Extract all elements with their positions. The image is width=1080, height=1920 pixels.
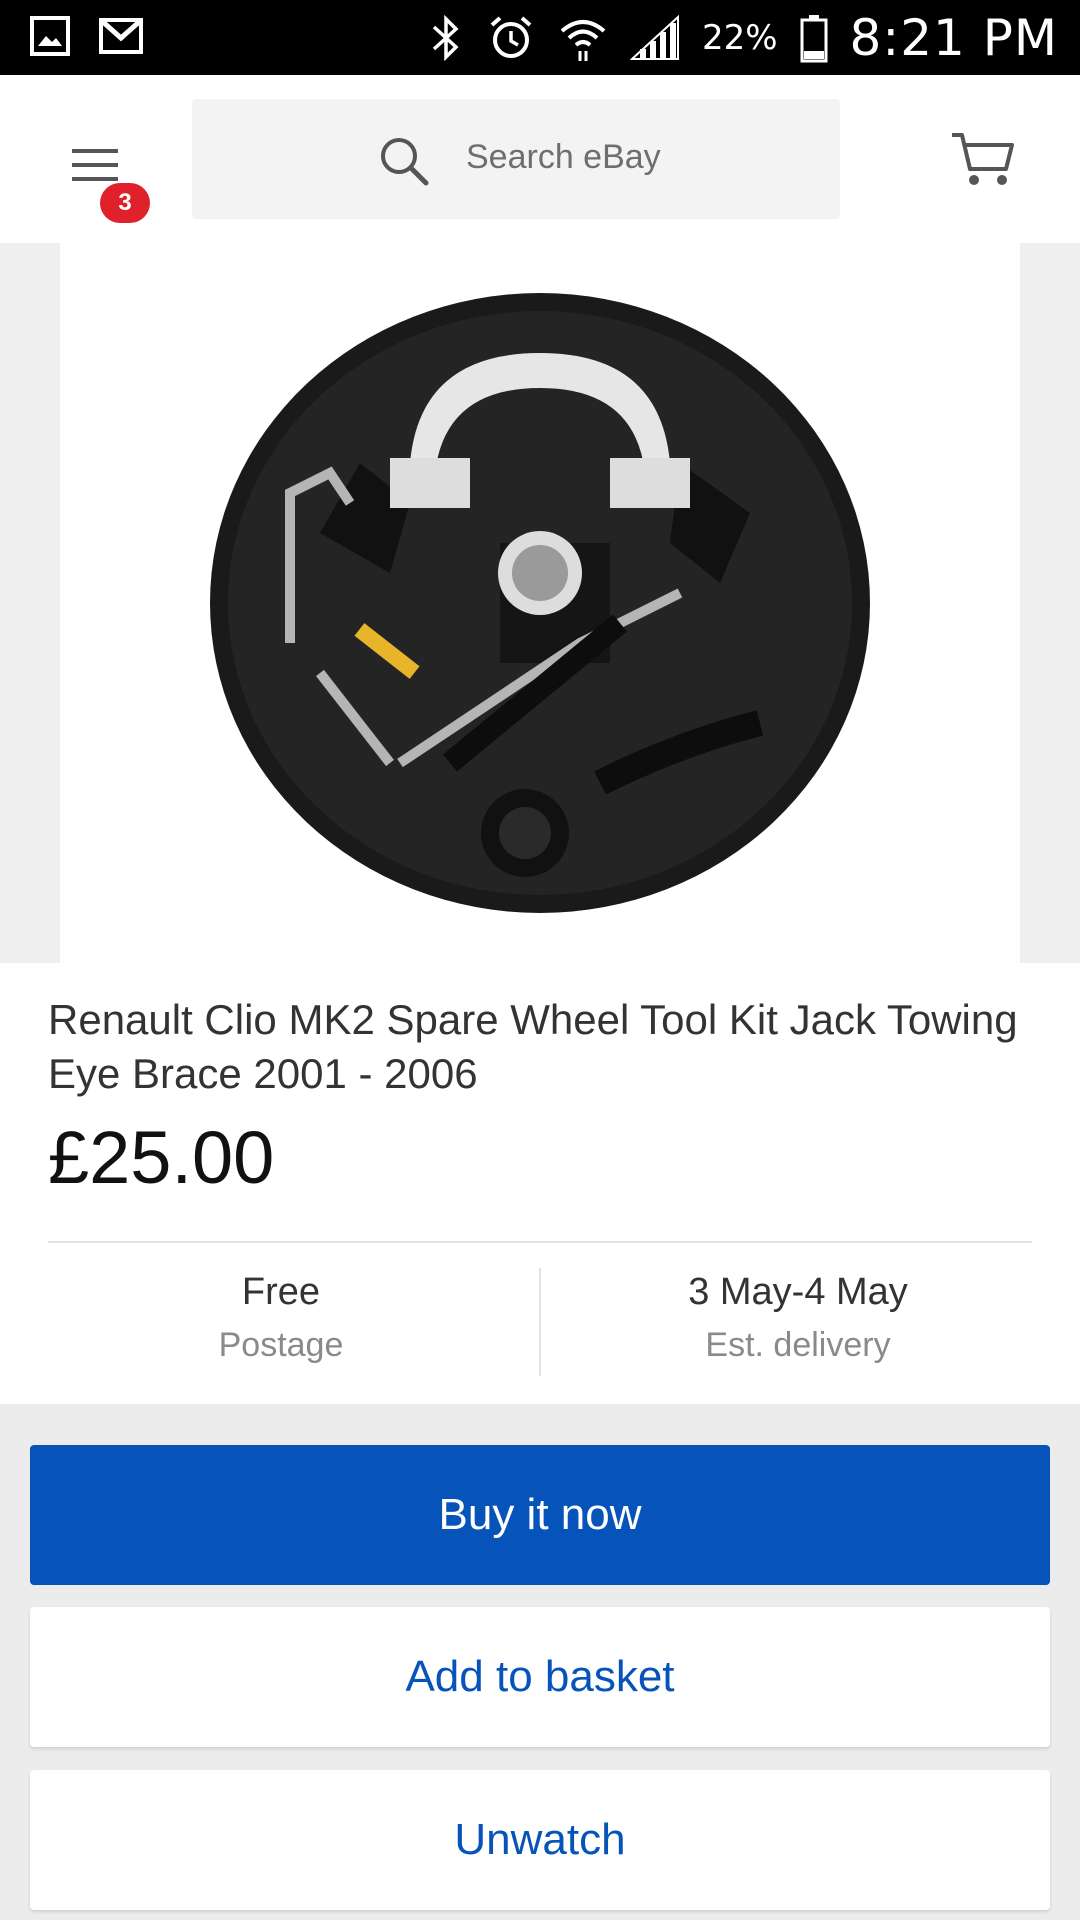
listing-details: Renault Clio MK2 Spare Wheel Tool Kit Ja… xyxy=(0,963,1080,1404)
menu-icon xyxy=(72,149,118,181)
search-bar[interactable]: Search eBay xyxy=(192,99,840,219)
gmail-icon xyxy=(99,18,143,54)
info-divider xyxy=(539,1268,541,1376)
tool-kit-photo xyxy=(210,293,870,913)
clock: 8:21 PM xyxy=(849,8,1058,67)
signal-icon xyxy=(629,14,679,60)
postage-info: Free Postage xyxy=(36,1271,526,1365)
listing-price: £25.00 xyxy=(48,1116,275,1199)
buy-it-now-button[interactable]: Buy it now xyxy=(30,1445,1050,1585)
battery-percent: 22% xyxy=(701,17,778,58)
cart-icon xyxy=(952,133,1014,185)
bluetooth-icon xyxy=(432,14,459,61)
battery-icon xyxy=(800,14,828,62)
product-image-carousel[interactable] xyxy=(0,243,1080,963)
status-bar-right: 22% 8:21 PM xyxy=(428,0,1058,75)
postage-value: Free xyxy=(241,1271,321,1313)
status-bar-left xyxy=(28,14,144,58)
search-icon xyxy=(381,138,429,186)
unwatch-button[interactable]: Unwatch xyxy=(30,1770,1050,1910)
delivery-value: 3 May-4 May xyxy=(688,1271,908,1313)
gallery-icon xyxy=(30,16,70,56)
alarm-icon xyxy=(490,15,532,58)
delivery-label: Est. delivery xyxy=(705,1326,891,1364)
postage-label: Postage xyxy=(218,1326,344,1364)
status-bar: 22% 8:21 PM xyxy=(0,0,1080,75)
product-image xyxy=(60,243,1020,963)
search-placeholder: Search eBay xyxy=(466,138,661,176)
listing-title: Renault Clio MK2 Spare Wheel Tool Kit Ja… xyxy=(48,996,1018,1097)
wifi-icon xyxy=(560,19,606,61)
add-to-basket-button[interactable]: Add to basket xyxy=(30,1607,1050,1747)
notification-badge: 3 xyxy=(100,183,150,223)
app-header: 3 Search eBay xyxy=(0,75,1080,243)
cart-button[interactable] xyxy=(950,131,1016,194)
delivery-info: 3 May-4 May Est. delivery xyxy=(553,1271,1043,1365)
divider xyxy=(48,1241,1032,1243)
